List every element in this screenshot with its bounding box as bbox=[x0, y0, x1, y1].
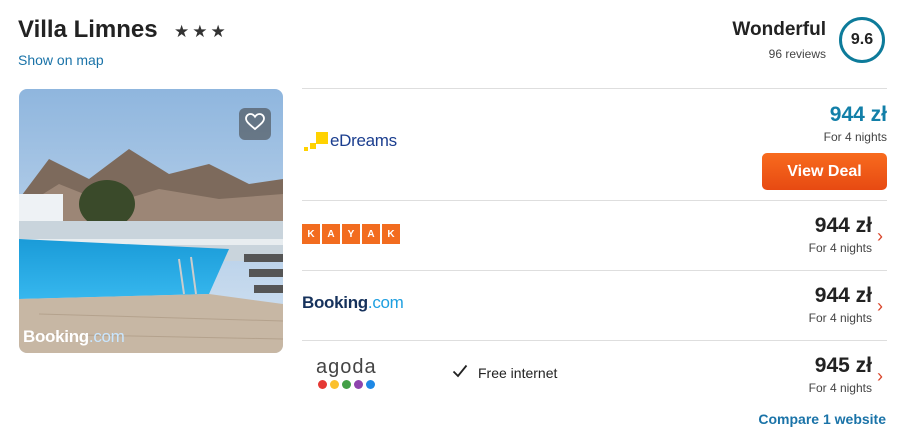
provider-logo-edreams[interactable]: eDreams bbox=[302, 130, 397, 152]
kayak-letter: K bbox=[302, 224, 320, 244]
kayak-letter: A bbox=[322, 224, 340, 244]
amenity-label: Free internet bbox=[478, 364, 558, 381]
rating-label: Wonderful bbox=[732, 19, 826, 40]
offer-price[interactable]: 945 zł bbox=[815, 354, 872, 378]
provider-name: eDreams bbox=[330, 131, 397, 150]
divider bbox=[302, 200, 887, 201]
offer-price[interactable]: 944 zł bbox=[830, 103, 887, 127]
heart-icon bbox=[245, 112, 265, 136]
hotel-name[interactable]: Villa Limnes bbox=[18, 16, 158, 44]
divider bbox=[302, 340, 887, 341]
amenity-free-internet: Free internet bbox=[452, 364, 557, 381]
offer-nights: For 4 nights bbox=[808, 311, 872, 325]
chevron-right-icon[interactable]: › bbox=[877, 226, 883, 247]
watermark-brand: Booking bbox=[23, 327, 89, 346]
offer-nights: For 4 nights bbox=[808, 381, 872, 395]
provider-logo-agoda[interactable]: agoda bbox=[316, 356, 377, 389]
show-on-map-link[interactable]: Show on map bbox=[18, 52, 104, 68]
provider-name: agoda bbox=[316, 356, 377, 378]
edreams-mark-icon bbox=[302, 130, 328, 152]
kayak-letter: A bbox=[362, 224, 380, 244]
check-icon bbox=[452, 364, 468, 381]
favorite-button[interactable] bbox=[239, 108, 271, 140]
star-rating: ★★★ bbox=[174, 22, 229, 41]
agoda-dots-icon bbox=[318, 380, 377, 389]
rating-score-badge: 9.6 bbox=[839, 17, 885, 63]
chevron-right-icon[interactable]: › bbox=[877, 366, 883, 387]
kayak-letter: Y bbox=[342, 224, 360, 244]
review-count[interactable]: 96 reviews bbox=[769, 47, 826, 61]
provider-logo-kayak[interactable]: K A Y A K bbox=[302, 224, 400, 244]
offer-nights: For 4 nights bbox=[823, 130, 887, 144]
compare-websites-link[interactable]: Compare 1 website bbox=[758, 411, 886, 427]
divider bbox=[302, 88, 887, 89]
offer-price[interactable]: 944 zł bbox=[815, 214, 872, 238]
provider-name: Booking bbox=[302, 293, 368, 312]
view-deal-button[interactable]: View Deal bbox=[762, 153, 887, 190]
divider bbox=[302, 270, 887, 271]
provider-logo-booking[interactable]: Booking.com bbox=[302, 293, 404, 313]
watermark-tld: .com bbox=[88, 327, 125, 346]
offer-nights: For 4 nights bbox=[808, 241, 872, 255]
offer-price[interactable]: 944 zł bbox=[815, 284, 872, 308]
photo-source-watermark: Booking.com bbox=[23, 327, 125, 347]
kayak-letter: K bbox=[382, 224, 400, 244]
provider-tld: .com bbox=[367, 293, 404, 312]
chevron-right-icon[interactable]: › bbox=[877, 296, 883, 317]
